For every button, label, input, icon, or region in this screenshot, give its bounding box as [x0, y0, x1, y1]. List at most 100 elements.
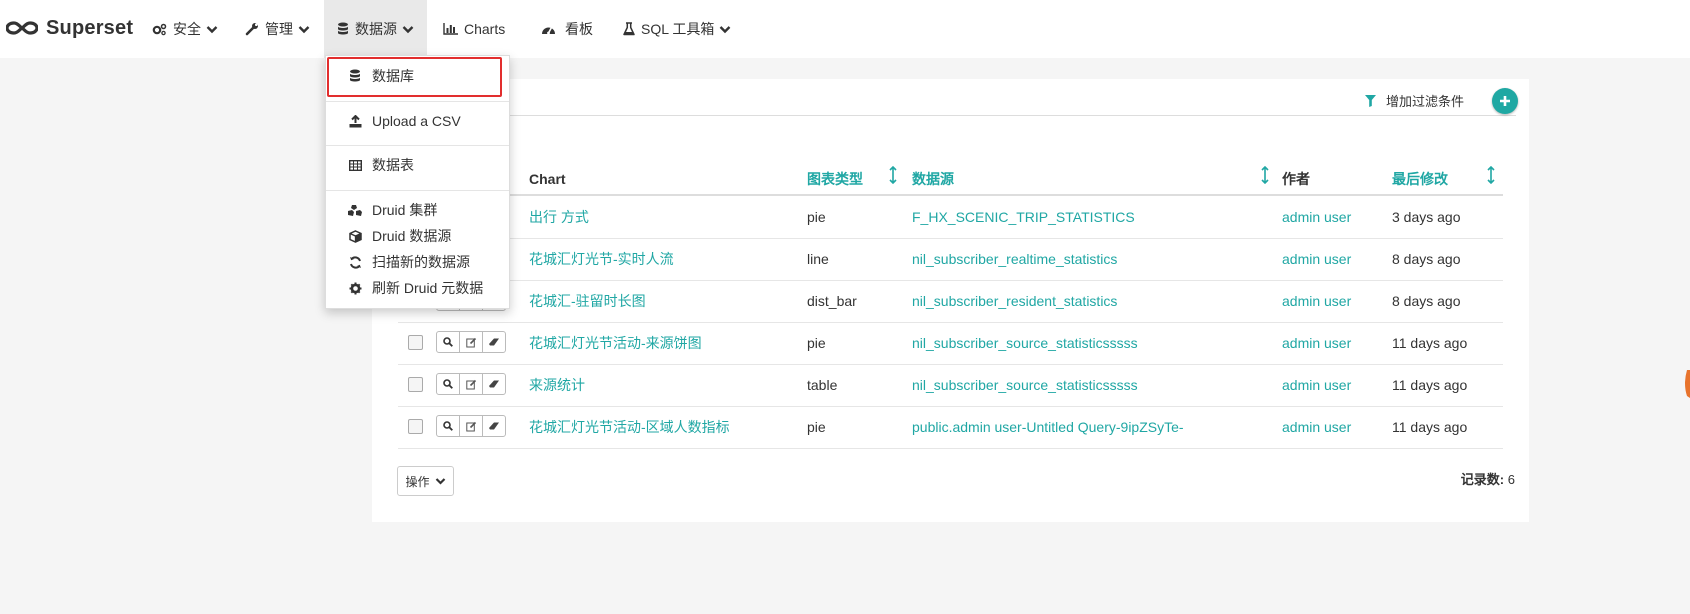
- edit-icon: [465, 421, 476, 431]
- menu-divider: [326, 190, 509, 191]
- viz-type-cell: dist_bar: [807, 293, 857, 309]
- menu-item-druid-datasources[interactable]: Druid 数据源: [326, 224, 509, 248]
- brand-name: Superset: [46, 16, 134, 39]
- viz-type-cell: pie: [807, 209, 826, 225]
- sort-icon[interactable]: [888, 166, 898, 184]
- creator-link[interactable]: admin user: [1282, 375, 1351, 395]
- datasource-link[interactable]: nil_subscriber_source_statisticsssss: [912, 333, 1138, 353]
- chart-name-link[interactable]: 花城汇-驻留时长图: [529, 291, 646, 311]
- search-icon: [443, 421, 453, 431]
- datasource-link[interactable]: public.admin user-Untitled Query-9ipZSyT…: [912, 417, 1184, 437]
- menu-item-refresh-druid-metadata[interactable]: 刷新 Druid 元数据: [326, 276, 509, 300]
- dashboard-icon: [541, 23, 556, 35]
- viz-type-cell: table: [807, 377, 838, 393]
- nav-security[interactable]: 安全: [152, 0, 218, 58]
- modified-cell: 8 days ago: [1392, 293, 1461, 309]
- sort-icon[interactable]: [1486, 166, 1496, 184]
- table-row: 出行 方式 pie F_HX_SCENIC_TRIP_STATISTICS ad…: [398, 196, 1503, 239]
- nav-sources[interactable]: 数据源: [324, 0, 427, 58]
- row-checkbox[interactable]: [408, 377, 423, 392]
- modified-cell: 8 days ago: [1392, 251, 1461, 267]
- chart-name-link[interactable]: 花城汇灯光节-实时人流: [529, 249, 674, 269]
- menu-item-label: 扫描新的数据源: [372, 254, 470, 270]
- creator-link[interactable]: admin user: [1282, 291, 1351, 311]
- refresh-icon: [347, 255, 363, 269]
- menu-divider: [326, 145, 509, 146]
- delete-button[interactable]: [482, 373, 506, 395]
- modified-cell: 11 days ago: [1392, 377, 1468, 393]
- creator-link[interactable]: admin user: [1282, 207, 1351, 227]
- nav-charts[interactable]: Charts: [443, 0, 505, 58]
- nav-dashboards-label: 看板: [565, 21, 593, 37]
- wrench-icon: [245, 22, 259, 36]
- header-creator[interactable]: 作者: [1282, 168, 1310, 190]
- database-icon: [337, 22, 349, 36]
- menu-item-scan-datasources[interactable]: 扫描新的数据源: [326, 250, 509, 274]
- nav-manage[interactable]: 管理: [245, 0, 310, 58]
- record-count-label: 记录数:: [1460, 472, 1505, 487]
- nav-sql-lab-label: SQL 工具箱: [641, 21, 715, 37]
- chevron-down-icon: [206, 25, 218, 34]
- record-count: 记录数: 6: [1461, 469, 1515, 488]
- upload-icon: [347, 114, 363, 128]
- creator-link[interactable]: admin user: [1282, 249, 1351, 269]
- table-row: 花城汇灯光节活动-来源饼图 pie nil_subscriber_source_…: [398, 322, 1503, 365]
- navbar: Superset 安全 管理 数据源 Charts 看板 SQL 工具箱: [0, 0, 1690, 58]
- creator-link[interactable]: admin user: [1282, 333, 1351, 353]
- chevron-down-icon: [402, 25, 414, 34]
- add-filter-button[interactable]: 增加过滤条件: [1364, 91, 1464, 110]
- edit-button[interactable]: [459, 373, 483, 395]
- delete-button[interactable]: [482, 415, 506, 437]
- menu-item-upload-csv[interactable]: Upload a CSV: [326, 109, 509, 133]
- viz-type-cell: pie: [807, 419, 826, 435]
- actions-dropdown-button[interactable]: 操作: [397, 466, 454, 496]
- filter-icon: [1364, 94, 1376, 107]
- chevron-down-icon: [298, 25, 310, 34]
- header-chart[interactable]: Chart: [529, 168, 566, 190]
- table-row: 花城汇灯光节活动-区域人数指标 pie public.admin user-Un…: [398, 406, 1503, 449]
- nav-security-label: 安全: [173, 21, 201, 37]
- menu-item-tables[interactable]: 数据表: [326, 153, 509, 177]
- datasource-link[interactable]: nil_subscriber_resident_statistics: [912, 291, 1117, 311]
- add-chart-button[interactable]: [1492, 88, 1518, 114]
- datasource-link[interactable]: F_HX_SCENIC_TRIP_STATISTICS: [912, 207, 1135, 227]
- delete-button[interactable]: [482, 331, 506, 353]
- chart-list-panel: 增加过滤条件 Chart 图表类型 数据源 作者 最后修改 出行 方式 pie …: [372, 79, 1529, 522]
- show-button[interactable]: [436, 415, 460, 437]
- chart-name-link[interactable]: 出行 方式: [529, 207, 589, 227]
- row-checkbox[interactable]: [408, 335, 423, 350]
- chart-name-link[interactable]: 来源统计: [529, 375, 585, 395]
- row-checkbox[interactable]: [408, 419, 423, 434]
- table-row: 来源统计 table nil_subscriber_source_statist…: [398, 364, 1503, 407]
- header-datasource[interactable]: 数据源: [912, 168, 954, 190]
- nav-dashboards[interactable]: 看板: [541, 0, 593, 58]
- edge-widget-icon[interactable]: [1683, 370, 1690, 400]
- menu-item-druid-clusters[interactable]: Druid 集群: [326, 198, 509, 222]
- datasource-link[interactable]: nil_subscriber_realtime_statistics: [912, 249, 1117, 269]
- plus-icon: [1500, 96, 1510, 106]
- table-icon: [347, 159, 363, 171]
- cube-icon: [347, 229, 363, 243]
- actions-label: 操作: [405, 474, 430, 489]
- show-button[interactable]: [436, 331, 460, 353]
- edit-icon: [465, 379, 476, 389]
- edit-button[interactable]: [459, 415, 483, 437]
- chart-name-link[interactable]: 花城汇灯光节活动-来源饼图: [529, 333, 702, 353]
- table-row: 花城汇-驻留时长图 dist_bar nil_subscriber_reside…: [398, 280, 1503, 323]
- chevron-down-icon: [435, 478, 445, 485]
- edit-icon: [465, 337, 476, 347]
- header-viz-type[interactable]: 图表类型: [807, 168, 863, 190]
- brand-logo[interactable]: Superset: [6, 14, 133, 42]
- nav-charts-label: Charts: [464, 21, 506, 37]
- creator-link[interactable]: admin user: [1282, 417, 1351, 437]
- nav-sql-lab[interactable]: SQL 工具箱: [623, 0, 731, 58]
- edit-button[interactable]: [459, 331, 483, 353]
- sort-icon[interactable]: [1260, 166, 1270, 184]
- menu-divider: [326, 101, 509, 102]
- cubes-icon: [347, 204, 363, 217]
- show-button[interactable]: [436, 373, 460, 395]
- datasource-link[interactable]: nil_subscriber_source_statisticsssss: [912, 375, 1138, 395]
- header-modified[interactable]: 最后修改: [1392, 168, 1448, 190]
- table-row: 花城汇灯光节-实时人流 line nil_subscriber_realtime…: [398, 238, 1503, 281]
- chart-name-link[interactable]: 花城汇灯光节活动-区域人数指标: [529, 417, 730, 437]
